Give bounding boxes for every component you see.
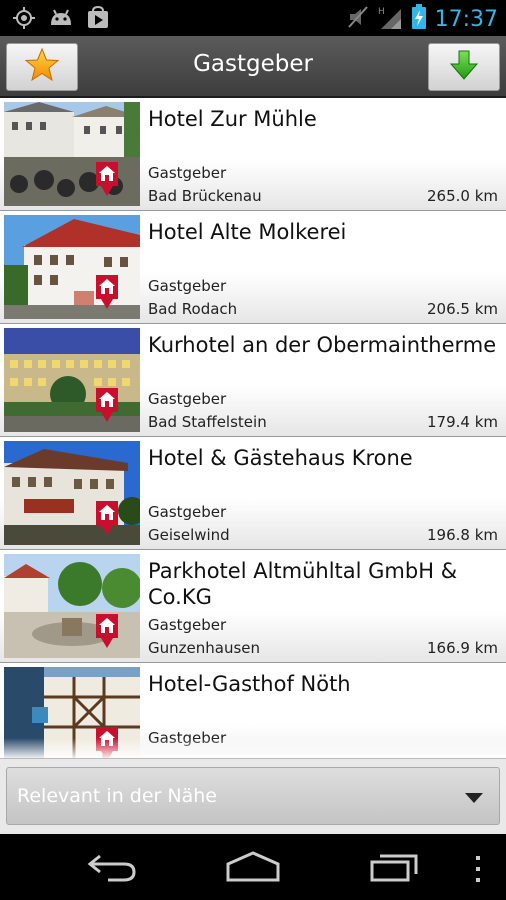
hotel-name: Parkhotel Altmühltal GmbH & Co.KG — [148, 559, 458, 609]
download-button[interactable] — [428, 43, 500, 91]
hotel-city: Gunzenhausen — [148, 639, 261, 657]
hotel-distance: 265.0 km — [426, 187, 498, 205]
hotel-name: Kurhotel an der Obermaintherme — [148, 333, 497, 357]
hotel-distance: 166.9 km — [426, 639, 498, 657]
hotel-name: Hotel & Gästehaus Krone — [148, 446, 413, 470]
gps-icon — [12, 6, 36, 34]
star-icon — [24, 47, 60, 86]
map-pin-icon — [96, 162, 118, 202]
hotel-name: Hotel-Gasthof Nöth — [148, 672, 351, 696]
list-item[interactable]: Hotel & Gästehaus Krone Gastgeber Geisel… — [0, 437, 506, 550]
hotel-city: Bad Brückenau — [148, 187, 262, 205]
hotel-distance: 206.5 km — [426, 300, 498, 318]
recent-apps-icon[interactable] — [368, 850, 422, 888]
navigation-bar — [0, 834, 506, 900]
play-store-icon — [86, 5, 110, 34]
menu-dots-icon[interactable] — [470, 854, 486, 888]
hotel-city: Bad Staffelstein — [148, 413, 267, 431]
hotel-name: Hotel Alte Molkerei — [148, 220, 347, 244]
filter-dropdown[interactable]: Relevant in der Nähe — [6, 767, 500, 825]
hotel-category: Gastgeber — [148, 164, 227, 182]
hotel-list[interactable]: Hotel Zur Mühle Gastgeber Bad Brückenau … — [0, 98, 506, 758]
android-icon — [48, 7, 74, 33]
hotel-city: Bad Rodach — [148, 300, 238, 318]
hotel-category: Gastgeber — [148, 390, 227, 408]
map-pin-icon — [96, 614, 118, 654]
status-bar: H 17:37 — [0, 0, 506, 36]
filter-area: Relevant in der Nähe — [0, 758, 506, 834]
clock: 17:37 — [434, 6, 498, 32]
hotel-thumbnail — [4, 215, 140, 319]
hotel-distance: 179.4 km — [426, 413, 498, 431]
hotel-thumbnail — [4, 441, 140, 545]
svg-text:H: H — [378, 7, 385, 17]
action-bar: Gastgeber — [0, 36, 506, 98]
signal-h-icon: H — [377, 4, 403, 34]
back-icon[interactable] — [86, 850, 138, 888]
hotel-thumbnail — [4, 102, 140, 206]
hotel-category: Gastgeber — [148, 277, 227, 295]
list-item[interactable]: Kurhotel an der Obermaintherme Gastgeber… — [0, 324, 506, 437]
list-item[interactable]: Hotel Zur Mühle Gastgeber Bad Brückenau … — [0, 98, 506, 211]
map-pin-icon — [96, 501, 118, 541]
map-pin-icon — [96, 275, 118, 315]
list-fade — [0, 738, 506, 758]
hotel-city: Geiselwind — [148, 526, 230, 544]
mute-icon — [347, 5, 369, 33]
hotel-category: Gastgeber — [148, 616, 227, 634]
hotel-thumbnail — [4, 328, 140, 432]
page-title: Gastgeber — [193, 51, 313, 77]
hotel-name: Hotel Zur Mühle — [148, 107, 317, 131]
map-pin-icon — [96, 388, 118, 428]
caret-down-icon — [465, 793, 483, 803]
list-item[interactable]: Hotel Alte Molkerei Gastgeber Bad Rodach… — [0, 211, 506, 324]
list-item[interactable]: Parkhotel Altmühltal GmbH & Co.KG Gastge… — [0, 550, 506, 663]
download-arrow-icon — [449, 49, 479, 85]
hotel-distance: 196.8 km — [426, 526, 498, 544]
hotel-thumbnail — [4, 554, 140, 658]
hotel-category: Gastgeber — [148, 503, 227, 521]
filter-selected-value: Relevant in der Nähe — [17, 785, 217, 807]
favorites-button[interactable] — [6, 43, 78, 91]
battery-charging-icon — [411, 4, 427, 34]
home-icon[interactable] — [224, 850, 282, 888]
